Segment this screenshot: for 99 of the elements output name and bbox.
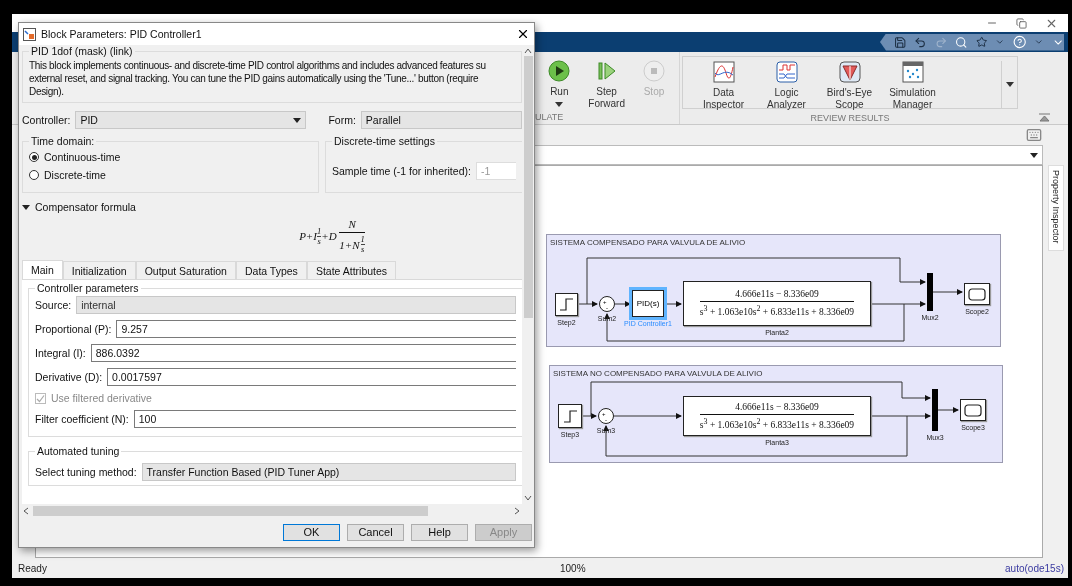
tab[interactable]: State Attributes: [306, 261, 397, 279]
field-label: Controller:: [22, 114, 71, 126]
source-select[interactable]: internal: [76, 296, 516, 314]
scope-screen-icon: [968, 287, 986, 301]
grid-dots-icon: [901, 61, 924, 83]
step-icon: [562, 409, 578, 423]
input-field[interactable]: 9.257: [116, 320, 516, 338]
scroll-up-icon[interactable]: [524, 48, 532, 54]
field-label: Filter coefficient (N):: [35, 413, 129, 425]
ribbon-button[interactable]: Step Forward: [586, 60, 627, 110]
group-title: Time domain:: [30, 135, 96, 147]
step-block[interactable]: [555, 293, 578, 316]
waveform-chart-icon: [712, 61, 735, 83]
radio-button[interactable]: [29, 152, 39, 162]
play-icon: [548, 60, 571, 82]
solver-text[interactable]: auto(ode15s): [1005, 562, 1064, 574]
input-field[interactable]: 886.0392: [90, 344, 516, 362]
step-icon: [559, 298, 574, 311]
field-label: Proportional (P):: [35, 323, 112, 335]
checkbox-label: Use filtered derivative: [51, 392, 152, 404]
dialog-title: Block Parameters: PID Controller1: [41, 28, 203, 40]
scroll-left-icon[interactable]: [23, 506, 29, 515]
step-block[interactable]: [558, 404, 582, 428]
keyboard-icon[interactable]: [1026, 127, 1042, 143]
ribbon-button[interactable]: Run: [542, 60, 577, 107]
more-button[interactable]: [1001, 61, 1017, 108]
denominator: s$^{3}$ + 1.063e10s$^{2}$ + 6.833e11s + 8.336e09: [699, 304, 855, 318]
description-text: Design).: [29, 85, 65, 98]
side-tab[interactable]: Property Inspector: [1047, 165, 1064, 251]
area-title: SISTEMA COMPENSADO PARA VALVULA DE ALIVIO: [550, 238, 746, 247]
radio-label: Continuous-time: [44, 151, 121, 163]
input-field: -1: [475, 162, 516, 180]
field-label: Integral (I):: [35, 347, 86, 359]
caret-icon: [293, 117, 302, 123]
scope-block[interactable]: [960, 399, 986, 421]
tab[interactable]: Main: [22, 260, 63, 279]
logic-signal-icon: [775, 61, 798, 83]
field-label: Derivative (D):: [35, 371, 103, 383]
section-label: REVIEW RESULTS: [810, 112, 890, 125]
field-label: Select tuning method:: [35, 466, 137, 478]
group-title: PID 1dof (mask) (link): [30, 45, 134, 57]
collapse-ribbon-icon[interactable]: [1038, 113, 1050, 122]
dialog-button[interactable]: Cancel: [347, 523, 404, 541]
group-title: Controller parameters: [36, 282, 140, 294]
tab[interactable]: Output Saturation: [135, 261, 236, 279]
tab[interactable]: Initialization: [62, 261, 136, 279]
signal-line: [932, 289, 963, 295]
scope-screen-icon: [964, 403, 982, 417]
description-text: This block implements continuous- and discrete-time PID control algorithms and includes advanced features su: [29, 59, 487, 72]
caret-icon: [1005, 82, 1014, 87]
status-text: Ready: [18, 562, 48, 574]
input-field[interactable]: 100: [133, 410, 516, 428]
field-label: Sample time (-1 for inherited):: [332, 165, 471, 177]
input-field[interactable]: 0.0017597: [107, 368, 516, 386]
group-title: Automated tuning: [36, 445, 121, 457]
undo-icon[interactable]: [914, 35, 927, 49]
help-icon[interactable]: [1012, 35, 1027, 49]
transfer-function-block[interactable]: 4.666e11s − 8.336e09 s$^{3}$ + 1.063e10s$^{2}$ + 6.833e11s + 8.336e09: [683, 281, 871, 326]
radio-button[interactable]: [29, 170, 39, 180]
vertical-scrollbar[interactable]: [522, 45, 534, 504]
group-title: Discrete-time settings: [333, 135, 436, 147]
search-icon[interactable]: [955, 35, 968, 49]
restore-icon[interactable]: [1016, 17, 1027, 29]
caret-icon[interactable]: [22, 204, 30, 210]
numerator: 4.666e11s − 8.336e09: [735, 401, 819, 412]
description-text: external reset, and signal tracking. You can tune the PID gains automatically using the 'Tune...' button (require: [29, 72, 480, 85]
ribbon-button[interactable]: Logic Analyzer: [758, 61, 815, 111]
scope-fan-icon: [838, 61, 861, 83]
pid-block[interactable]: PID(s): [632, 290, 664, 317]
caret-icon: [1030, 152, 1038, 158]
zoom-level: 100%: [560, 562, 586, 574]
favorites-icon[interactable]: [975, 36, 988, 48]
field-label: Form:: [328, 114, 356, 126]
radio-label: Discrete-time: [44, 169, 106, 181]
stop-icon: [643, 60, 665, 82]
block-parameters-icon: [23, 27, 36, 41]
scope-block[interactable]: [964, 283, 990, 305]
dialog-button[interactable]: OK: [283, 523, 340, 541]
ribbon-button[interactable]: Data Inspector: [695, 61, 752, 111]
step-forward-icon: [595, 60, 618, 82]
ribbon-button[interactable]: Bird's-Eye Scope: [821, 61, 878, 111]
field-label: Source:: [35, 299, 72, 311]
denominator: s$^{3}$ + 1.063e10s$^{2}$ + 6.833e11s + 8.336e09: [699, 416, 855, 431]
numerator: 4.666e11s − 8.336e09: [735, 289, 819, 300]
transfer-function-block[interactable]: 4.666e11s − 8.336e09 s$^{3}$ + 1.063e10s$^{2}$ + 6.833e11s + 8.336e09: [683, 396, 871, 436]
section-toggle[interactable]: Compensator formula: [35, 201, 136, 213]
ribbon-button[interactable]: Simulation Manager: [884, 61, 941, 111]
scroll-down-icon[interactable]: [524, 495, 532, 501]
scroll-right-icon[interactable]: [514, 506, 520, 515]
signal-line: [937, 407, 959, 413]
close-button[interactable]: [516, 27, 530, 41]
area-title: SISTEMA NO COMPENSADO PARA VALVULA DE ALIVIO: [553, 369, 763, 378]
form-select[interactable]: Parallel: [360, 111, 522, 129]
controller-select[interactable]: PID: [75, 111, 307, 129]
save-icon[interactable]: [894, 35, 907, 49]
tuning-method-select[interactable]: Transfer Function Based (PID Tuner App): [141, 463, 516, 481]
dialog-button[interactable]: Help: [411, 523, 468, 541]
tab[interactable]: Data Types: [235, 261, 307, 279]
section-label: ULATE: [535, 111, 564, 124]
